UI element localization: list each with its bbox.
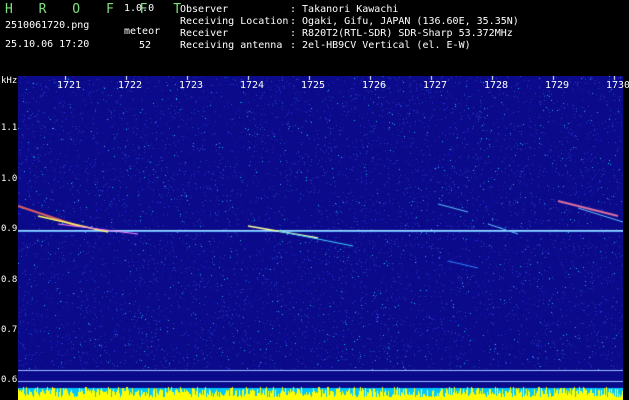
meteor-count: 52 (139, 40, 152, 51)
info-key: Receiving Location (180, 16, 289, 27)
info-value: : Takanori Kawachi (290, 4, 399, 15)
app-version: 1.0.0 (124, 3, 155, 14)
x-tick-label: 1725 (301, 80, 326, 91)
x-tick-label: 1721 (57, 80, 82, 91)
y-tick-label: 1.1 (1, 123, 18, 133)
info-row-location: Receiving Location: Ogaki, Gifu, JAPAN (… (180, 16, 519, 28)
x-tick-label: 1729 (545, 80, 570, 91)
info-key: Observer (180, 4, 229, 15)
khz-unit-label: kHz (1, 76, 18, 86)
spectrogram-panel (18, 76, 623, 400)
meteor-label: meteor (124, 26, 161, 37)
y-tick-label: 0.7 (1, 325, 18, 335)
y-tick-label: 0.9 (1, 224, 18, 234)
x-tick-label: 1722 (118, 80, 143, 91)
date-time: 25.10.06 17:20 (5, 39, 90, 50)
info-row-observer: Observer : Takanori Kawachi (180, 4, 519, 16)
info-row-antenna: Receiving antenna : 2el-HB9CV Vertical (e… (180, 40, 519, 52)
info-key: Receiving antenna (180, 40, 283, 51)
app-brand: H R O F F T (5, 2, 191, 17)
header-panel: H R O F F T 1.0.0 2510061720.png 25.10.0… (0, 0, 629, 76)
x-tick-label: 1724 (240, 80, 265, 91)
y-tick-label: 1.0 (1, 174, 18, 184)
x-tick-label: 1723 (179, 80, 204, 91)
info-row-receiver: Receiver : R820T2(RTL-SDR) SDR-Sharp 53.3… (180, 28, 519, 40)
info-key: Receiver (180, 28, 229, 39)
y-tick-label: 0.6 (1, 375, 18, 385)
info-value: : Ogaki, Gifu, JAPAN (136.60E, 35.35N) (290, 16, 519, 27)
spectrogram-canvas (18, 76, 623, 400)
y-tick-label: 0.8 (1, 275, 18, 285)
x-tick-label: 1726 (362, 80, 387, 91)
file-name: 2510061720.png (5, 20, 90, 31)
x-tick-label: 1728 (484, 80, 509, 91)
x-tick-label: 1730 (606, 80, 629, 91)
station-info: Observer : Takanori Kawachi Receiving Loc… (180, 4, 519, 52)
x-tick-label: 1727 (423, 80, 448, 91)
info-value: : R820T2(RTL-SDR) SDR-Sharp 53.372MHz (290, 28, 513, 39)
info-value: : 2el-HB9CV Vertical (el. E-W) (290, 40, 471, 51)
